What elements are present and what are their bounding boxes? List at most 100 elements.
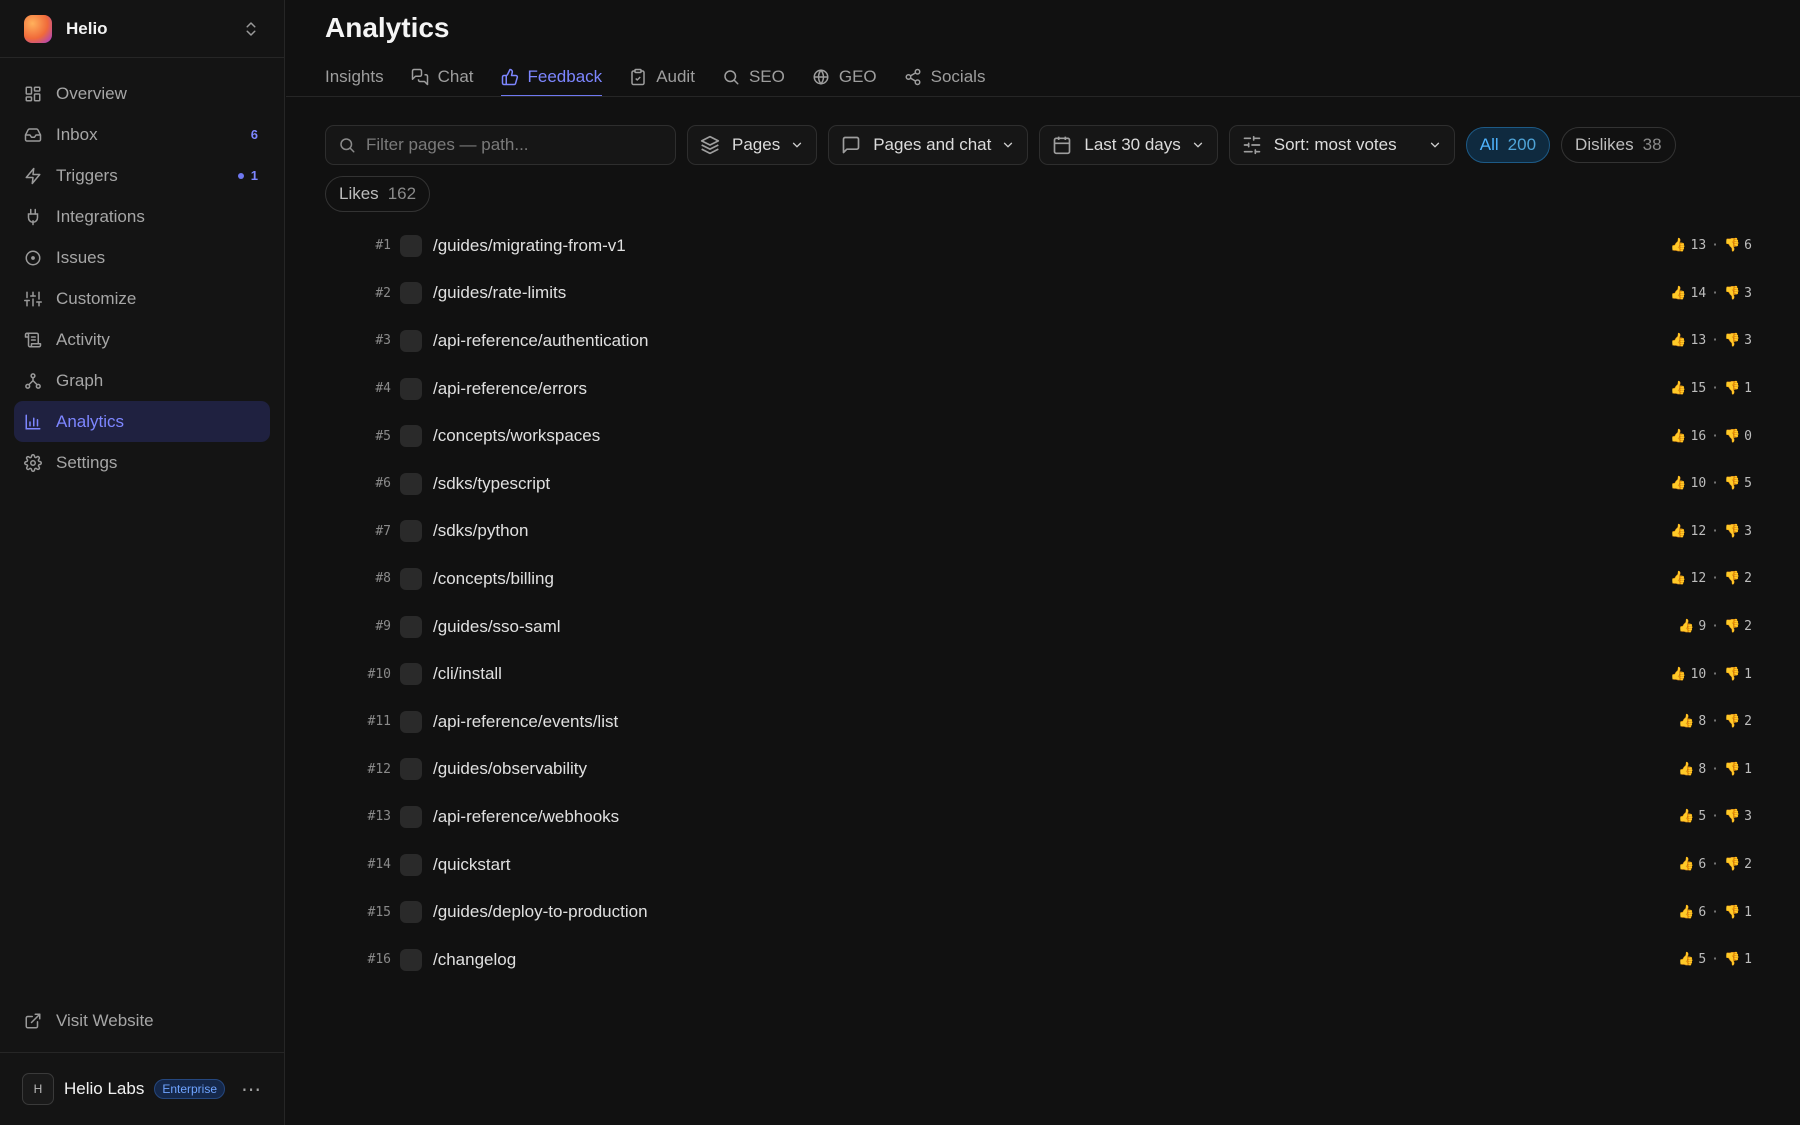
more-options-icon[interactable]: ⋯ [241, 1077, 262, 1102]
vote-separator: · [1711, 952, 1719, 968]
source-dropdown[interactable]: Pages and chat [828, 125, 1029, 165]
tab-chat[interactable]: Chat [411, 58, 474, 96]
sidebar-item-triggers[interactable]: Triggers 1 [14, 155, 270, 196]
calendar-icon [1054, 136, 1071, 155]
thumbs-up-icon: 👍 [1670, 285, 1687, 301]
tab-label: Insights [325, 67, 384, 86]
page-path-link[interactable]: /cli/install [433, 664, 1670, 684]
sidebar-item-inbox[interactable]: Inbox 6 [14, 114, 270, 155]
filter-pill-likes[interactable]: Likes 162 [325, 176, 431, 212]
user-name: Helio Labs [64, 1079, 145, 1098]
rank-label: #12 [367, 761, 391, 777]
list-item[interactable]: #7/sdks/python 👍 12 · 👎 3 [325, 508, 1752, 556]
page-path-link[interactable]: /api-reference/events/list [433, 712, 1678, 732]
list-item[interactable]: #3/api-reference/authentication 👍 13 · 👎 3 [325, 317, 1752, 365]
sidebar-item-issues[interactable]: Issues [14, 237, 270, 278]
page-path-link[interactable]: /api-reference/webhooks [433, 807, 1678, 827]
list-item[interactable]: #4/api-reference/errors 👍 15 · 👎 1 [325, 365, 1752, 413]
vote-separator: · [1711, 428, 1719, 444]
content-type-dropdown[interactable]: Pages [687, 125, 818, 165]
thumbs-down-icon: 👎 [1723, 523, 1741, 539]
vote-separator: · [1711, 761, 1719, 777]
sidebar-item-overview[interactable]: Overview [14, 73, 270, 114]
rank-label: #7 [375, 523, 391, 539]
list-item[interactable]: #10/cli/install 👍 10 · 👎 1 [325, 650, 1752, 698]
pill-label: Dislikes [1575, 135, 1634, 154]
clipboard-check-icon [631, 68, 645, 86]
list-item[interactable]: #2/guides/rate-limits 👍 14 · 👎 3 [325, 270, 1752, 318]
page-path-link[interactable]: /concepts/workspaces [433, 426, 1670, 446]
filter-pages-input[interactable] [366, 135, 656, 155]
thumbs-up-icon: 👍 [1670, 381, 1687, 397]
tab-audit[interactable]: Audit [629, 58, 695, 96]
date-range-dropdown[interactable]: Last 30 days [1039, 125, 1218, 165]
list-item[interactable]: #16/changelog 👍 5 · 👎 1 [325, 936, 1752, 984]
list-item[interactable]: #6/sdks/typescript 👍 10 · 👎 5 [325, 460, 1752, 508]
sidebar-item-customize[interactable]: Customize [14, 278, 270, 319]
filter-pill-dislikes[interactable]: Dislikes 38 [1561, 127, 1676, 163]
dislikes-count: 0 [1744, 428, 1752, 444]
list-item[interactable]: #1/guides/migrating-from-v1 👍 13 · 👎 6 [325, 222, 1752, 270]
list-item[interactable]: #13/api-reference/webhooks 👍 5 · 👎 3 [325, 793, 1752, 841]
thumbs-down-icon: 👎 [1723, 809, 1741, 825]
page-path-link[interactable]: /guides/migrating-from-v1 [433, 236, 1670, 256]
list-item[interactable]: #9/guides/sso-saml 👍 9 · 👎 2 [325, 603, 1752, 651]
tab-seo[interactable]: SEO [722, 58, 785, 96]
filter-pill-all[interactable]: All 200 [1465, 127, 1551, 163]
list-item[interactable]: #5/concepts/workspaces 👍 16 · 👎 0 [325, 412, 1752, 460]
page-path-link[interactable]: /quickstart [433, 855, 1678, 875]
tab-feedback[interactable]: Feedback [500, 58, 602, 97]
page-path-link[interactable]: /api-reference/errors [433, 379, 1670, 399]
page-path-link[interactable]: /concepts/billing [433, 569, 1670, 589]
user-account[interactable]: H Helio Labs Enterprise ⋯ [0, 1052, 284, 1125]
chat-bubbles-icon [411, 68, 428, 86]
tab-geo[interactable]: GEO [812, 58, 877, 96]
vote-separator: · [1711, 904, 1719, 920]
workspace-switcher[interactable]: Helio [0, 0, 284, 58]
page-favicon [400, 663, 422, 686]
list-item[interactable]: #15/guides/deploy-to-production 👍 6 · 👎 1 [325, 888, 1752, 936]
list-item[interactable]: #14/quickstart 👍 6 · 👎 2 [325, 841, 1752, 889]
vote-summary: 👍 5 · 👎 3 [1678, 809, 1752, 824]
main-content: Analytics Insights Chat Feedback Audit S… [286, 0, 1800, 1125]
list-item[interactable]: #12/guides/observability 👍 8 · 👎 1 [325, 746, 1752, 794]
page-path-link[interactable]: /sdks/typescript [433, 474, 1670, 494]
page-path-link[interactable]: /guides/observability [433, 759, 1678, 779]
tab-insights[interactable]: Insights [325, 58, 384, 96]
sidebar-item-label: Settings [56, 452, 118, 472]
sidebar-item-analytics[interactable]: Analytics [14, 401, 270, 442]
sidebar-item-settings[interactable]: Settings [14, 442, 270, 483]
rank-label: #3 [375, 333, 391, 349]
sort-dropdown[interactable]: Sort: most votes [1228, 125, 1455, 165]
list-item[interactable]: #11/api-reference/events/list 👍 8 · 👎 2 [325, 698, 1752, 746]
vote-separator: · [1711, 809, 1719, 825]
page-favicon [400, 425, 422, 448]
rank-label: #9 [375, 619, 391, 635]
page-path-link[interactable]: /changelog [433, 950, 1678, 970]
page-path-link[interactable]: /guides/deploy-to-production [433, 902, 1678, 922]
page-path-link[interactable]: /guides/sso-saml [433, 617, 1678, 637]
date-range-value: Last 30 days [1084, 135, 1181, 154]
message-square-icon [842, 136, 860, 154]
sidebar-item-integrations[interactable]: Integrations [14, 196, 270, 237]
tab-socials[interactable]: Socials [904, 58, 985, 96]
pill-label: Likes [339, 184, 379, 203]
thumbs-down-icon: 👎 [1723, 904, 1741, 920]
thumbs-down-icon: 👎 [1723, 428, 1741, 444]
vote-separator: · [1711, 571, 1719, 587]
page-path-link[interactable]: /sdks/python [433, 521, 1670, 541]
page-path-link[interactable]: /guides/rate-limits [433, 283, 1670, 303]
visit-website-link[interactable]: Visit Website [14, 1000, 270, 1041]
thumbs-down-icon: 👎 [1723, 571, 1741, 587]
pill-count: 200 [1507, 135, 1537, 154]
sidebar-item-graph[interactable]: Graph [14, 360, 270, 401]
page-path-link[interactable]: /api-reference/authentication [433, 331, 1670, 351]
bar-chart-icon [25, 414, 41, 429]
page-favicon [400, 377, 422, 400]
thumbs-down-icon: 👎 [1723, 333, 1741, 349]
sidebar-item-activity[interactable]: Activity [14, 319, 270, 360]
list-item[interactable]: #8/concepts/billing 👍 12 · 👎 2 [325, 555, 1752, 603]
vote-separator: · [1711, 619, 1719, 635]
thumbs-up-icon: 👍 [1670, 238, 1687, 254]
sidebar-item-label: Analytics [56, 411, 125, 431]
